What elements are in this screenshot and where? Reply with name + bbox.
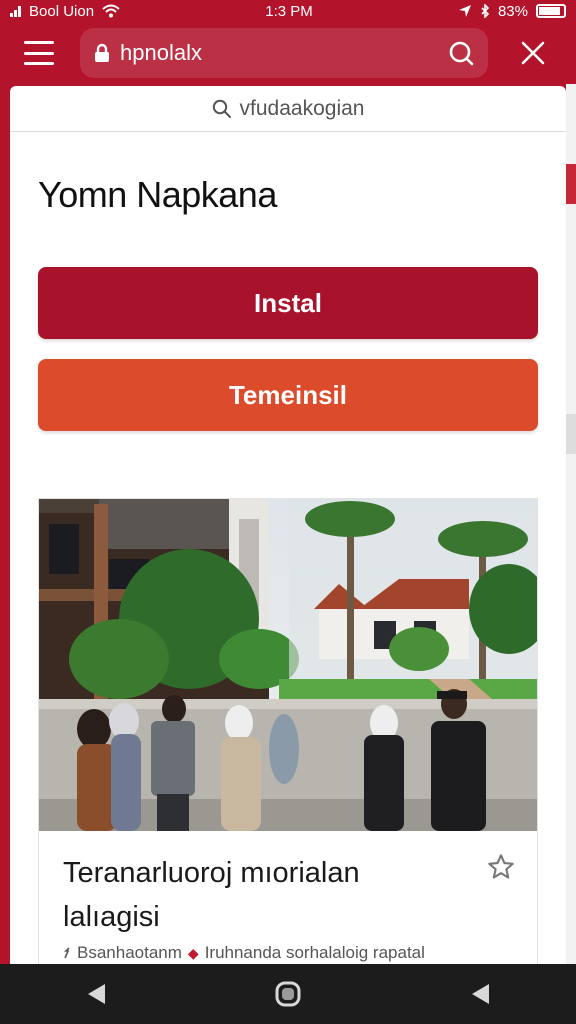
page-title: Yomn Napkana — [38, 174, 277, 215]
location-icon — [458, 5, 471, 17]
secondary-button[interactable]: Temeinsil — [38, 359, 538, 431]
bluetooth-icon — [481, 4, 490, 18]
close-icon[interactable] — [516, 38, 550, 68]
url-field[interactable]: hpnolalx — [80, 28, 488, 78]
wifi-icon — [102, 4, 120, 18]
url-text[interactable]: hpnolalx — [120, 40, 438, 66]
article-meta: Bsanhaotanm ◆ Iruhnanda sorhalaloig rapa… — [63, 943, 425, 963]
page-card: vfudaakogian Yomn Napkana Instal Temeins… — [10, 86, 566, 964]
carrier-label: Bool Uion — [29, 2, 95, 20]
status-time: 1:3 PM — [265, 2, 313, 20]
article-title[interactable]: Teranarluoroj mıorialan lalıagisi — [63, 851, 463, 939]
star-icon[interactable] — [487, 853, 515, 881]
recents-icon[interactable] — [460, 974, 500, 1014]
article-image[interactable] — [39, 499, 537, 831]
search-bar[interactable]: vfudaakogian — [10, 86, 566, 132]
article-meta-text: Iruhnanda sorhalaloig rapatal — [204, 943, 425, 962]
battery-percent: 83% — [497, 2, 528, 20]
red-dot-icon: ◆ — [187, 944, 199, 961]
system-nav-bar — [0, 964, 576, 1024]
signal-icon — [10, 5, 21, 17]
back-icon[interactable] — [76, 974, 116, 1014]
search-icon — [212, 99, 231, 118]
lock-icon — [95, 43, 109, 62]
background-edge-right — [566, 84, 576, 964]
search-text: vfudaakogian — [239, 96, 365, 120]
browser-toolbar: hpnolalx — [0, 22, 576, 84]
install-button[interactable]: Instal — [38, 267, 538, 339]
search-icon[interactable] — [448, 40, 474, 66]
background-edge-left — [0, 84, 10, 964]
menu-icon[interactable] — [24, 41, 54, 65]
article-author: Bsanhaotanm — [77, 943, 182, 962]
article-card[interactable]: Teranarluoroj mıorialan lalıagisi Bsanha… — [38, 498, 538, 964]
author-icon — [64, 947, 70, 959]
status-bar: Bool Uion 1:3 PM 83% — [0, 0, 576, 22]
home-icon[interactable] — [268, 974, 308, 1014]
battery-icon — [535, 4, 566, 18]
